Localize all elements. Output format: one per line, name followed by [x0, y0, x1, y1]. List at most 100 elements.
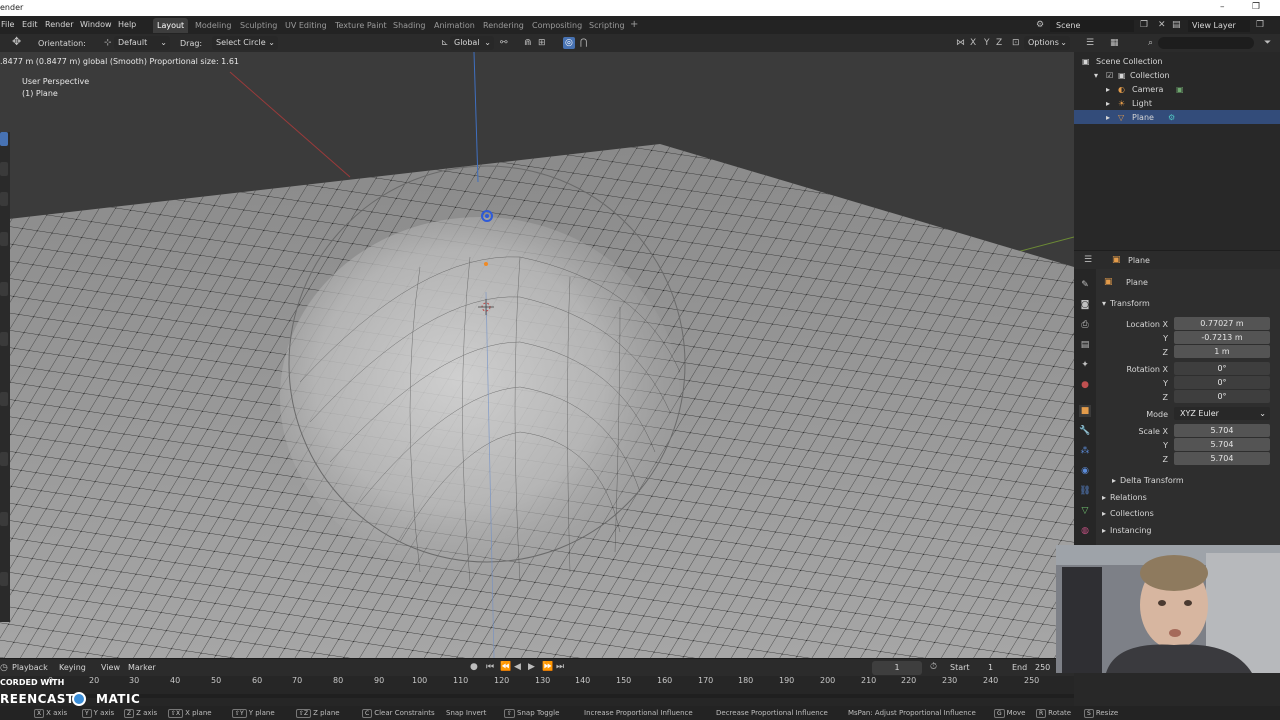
workspace-tab-layout[interactable]: Layout — [153, 18, 189, 33]
mirror-x-toggle[interactable]: X — [970, 38, 976, 48]
outliner-row-scene-collection[interactable]: ▣ Scene Collection — [1074, 54, 1280, 68]
object-tab-icon[interactable]: ■ — [1079, 405, 1091, 417]
pivot-point-icon[interactable]: ⚯ — [500, 38, 508, 48]
prev-keyframe-icon[interactable]: ⏪ — [500, 662, 511, 672]
location-x-field[interactable]: 0.77027 m — [1174, 317, 1270, 330]
preview-range-icon[interactable]: ⏱ — [930, 662, 937, 672]
workspace-tab-shading[interactable]: Shading — [393, 21, 426, 30]
output-tab-icon[interactable]: ⎙ — [1079, 319, 1091, 331]
rotation-z-field[interactable]: 0° — [1174, 390, 1270, 403]
select-tool-button[interactable] — [0, 132, 8, 146]
filter-icon[interactable]: ⏷ — [1264, 38, 1271, 48]
transform-panel-title[interactable]: Transform — [1110, 299, 1150, 308]
workspace-tab-sculpting[interactable]: Sculpting — [240, 21, 277, 30]
menu-file[interactable]: File — [1, 20, 14, 29]
rotate-tool-button[interactable] — [0, 232, 8, 246]
record-icon[interactable]: ● — [470, 662, 478, 672]
workspace-tab-texture-paint[interactable]: Texture Paint — [335, 21, 387, 30]
outliner-search-input[interactable] — [1158, 37, 1254, 49]
collapse-arrow-icon[interactable]: ▸ — [1112, 476, 1116, 485]
current-frame-field[interactable]: 1 — [872, 661, 922, 675]
mirror-y-toggle[interactable]: Y — [984, 38, 990, 48]
physics-tab-icon[interactable]: ◉ — [1079, 465, 1091, 477]
snap-icon[interactable]: ⋒ — [524, 38, 532, 48]
search-icon[interactable]: ⌕ — [1148, 38, 1153, 48]
view-layer-selector[interactable]: View Layer — [1188, 20, 1250, 32]
transform-panel-arrow-icon[interactable]: ▾ — [1102, 299, 1106, 308]
view-layer-tab-icon[interactable]: ▤ — [1079, 339, 1091, 351]
rotation-x-field[interactable]: 0° — [1174, 362, 1270, 375]
measure-tool-button[interactable] — [0, 452, 8, 466]
transform-tool-icon[interactable]: ✥ — [12, 36, 21, 47]
world-tab-icon[interactable]: ● — [1079, 379, 1091, 391]
outliner-row-plane[interactable]: ▸ ▽ Plane ⚙ — [1074, 110, 1280, 124]
options-dropdown[interactable]: Options ⌄ — [1024, 36, 1070, 50]
collapse-arrow-icon[interactable]: ▸ — [1102, 526, 1106, 535]
mirror-z-toggle[interactable]: Z — [996, 38, 1002, 48]
menu-window[interactable]: Window — [80, 20, 112, 29]
transform-orientation-dropdown[interactable]: Global ⌄ — [450, 36, 494, 50]
add-cube-tool-button[interactable] — [0, 512, 8, 526]
restore-icon[interactable]: ❐ — [1252, 2, 1260, 12]
snap-toggle-icon[interactable]: ⊡ — [1012, 38, 1020, 48]
timeline-scrollbar[interactable] — [0, 694, 1074, 698]
tool-tab-icon[interactable]: ✎ — [1079, 279, 1091, 291]
scene-tab-icon[interactable]: ✦ — [1079, 359, 1091, 371]
play-reverse-icon[interactable]: ◀ — [514, 662, 521, 672]
jump-start-icon[interactable]: ⏮ — [486, 662, 494, 672]
start-frame-field[interactable]: 1 — [988, 663, 993, 672]
collections-panel[interactable]: Collections — [1110, 509, 1154, 518]
end-frame-field[interactable]: 250 — [1035, 663, 1050, 672]
rotation-y-field[interactable]: 0° — [1174, 376, 1270, 389]
timeline-menu-playback[interactable]: Playback — [12, 663, 48, 672]
camera-data-icon[interactable]: ▣ — [1176, 85, 1184, 94]
instancing-panel[interactable]: Instancing — [1110, 526, 1151, 535]
menu-edit[interactable]: Edit — [22, 20, 38, 29]
menu-render[interactable]: Render — [45, 20, 73, 29]
workspace-tab-compositing[interactable]: Compositing — [532, 21, 582, 30]
transform-tool-button[interactable] — [0, 332, 8, 346]
scale-tool-button[interactable] — [0, 282, 8, 296]
particles-tab-icon[interactable]: ⁂ — [1079, 445, 1091, 457]
delete-scene-icon[interactable]: ✕ — [1158, 20, 1166, 30]
orientation-dropdown[interactable]: Default ⌄ — [114, 36, 170, 50]
outliner-row-light[interactable]: ▸ ☀ Light — [1074, 96, 1280, 110]
editor-type-icon[interactable]: ☰ — [1084, 255, 1092, 265]
scene-selector[interactable]: Scene — [1050, 20, 1134, 32]
object-name-field[interactable]: Plane — [1126, 278, 1148, 287]
timeline-ruler[interactable]: 0 20 30 40 50 60 70 80 90 100 110 120 13… — [0, 676, 1074, 706]
collapse-arrow-icon[interactable]: ▸ — [1102, 509, 1106, 518]
workspace-tab-animation[interactable]: Animation — [434, 21, 475, 30]
timeline-menu-marker[interactable]: Marker — [128, 663, 156, 672]
checkbox-icon[interactable]: ☑ — [1106, 71, 1113, 80]
workspace-tab-rendering[interactable]: Rendering — [483, 21, 524, 30]
new-scene-icon[interactable]: ❐ — [1140, 20, 1148, 30]
snap-target-icon[interactable]: ⊞ — [538, 38, 546, 48]
3d-viewport[interactable]: .8477 m (0.8477 m) global (Smooth) Propo… — [0, 52, 1074, 658]
relations-panel[interactable]: Relations — [1110, 493, 1147, 502]
jump-end-icon[interactable]: ⏭ — [556, 662, 564, 672]
workspace-tab-scripting[interactable]: Scripting — [589, 21, 625, 30]
modifier-icon[interactable]: ⚙ — [1168, 113, 1175, 122]
play-icon[interactable]: ▶ — [528, 662, 535, 672]
modifiers-tab-icon[interactable]: 🔧 — [1079, 425, 1091, 437]
collapse-arrow-icon[interactable]: ▸ — [1102, 493, 1106, 502]
timeline-menu-view[interactable]: View — [101, 663, 120, 672]
outliner-row-collection[interactable]: ▾ ☑ ▣ Collection — [1074, 68, 1280, 82]
minimize-icon[interactable]: – — [1220, 2, 1225, 12]
cursor-tool-button[interactable] — [0, 162, 8, 176]
move-tool-button[interactable] — [0, 192, 8, 206]
next-keyframe-icon[interactable]: ⏩ — [542, 662, 553, 672]
editor-type-icon[interactable]: ☰ — [1086, 38, 1094, 48]
drag-dropdown[interactable]: Select Circle ⌄ — [212, 36, 278, 50]
add-workspace-button[interactable]: + — [630, 19, 638, 30]
location-z-field[interactable]: 1 m — [1174, 345, 1270, 358]
outliner-row-camera[interactable]: ▸ ◐ Camera ▣ — [1074, 82, 1280, 96]
proportional-editing-icon[interactable]: ◎ — [563, 37, 575, 49]
editor-type-icon[interactable]: ◷ — [0, 663, 8, 673]
extra-tool-button[interactable] — [0, 572, 8, 586]
rotation-mode-dropdown[interactable]: XYZ Euler ⌄ — [1174, 407, 1270, 420]
expand-arrow-icon[interactable]: ▾ — [1094, 71, 1098, 80]
constraints-tab-icon[interactable]: ⛓ — [1079, 485, 1091, 497]
display-mode-icon[interactable]: ▦ — [1110, 38, 1119, 48]
